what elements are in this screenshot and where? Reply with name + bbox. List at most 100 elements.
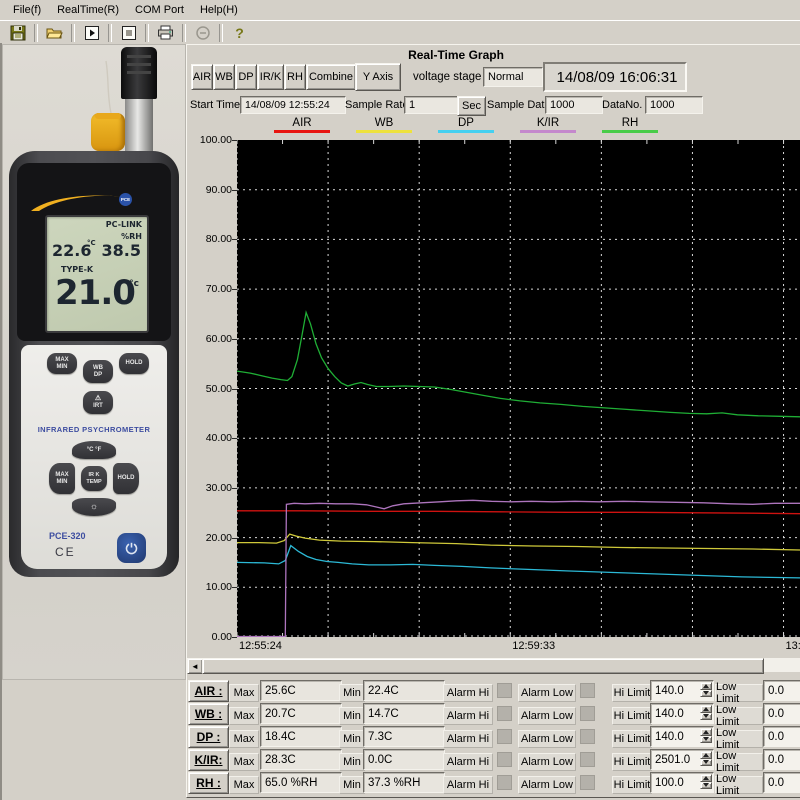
spin-up-button[interactable] [700, 705, 712, 713]
channel-button-combine[interactable]: Combine [306, 64, 356, 90]
low-limit-label-wrap: Low Limit [715, 751, 761, 767]
channel-button-rh[interactable]: RH [284, 64, 306, 90]
toolbar-separator [108, 24, 112, 42]
sample-rate-field[interactable]: 1 [404, 96, 461, 114]
open-folder-icon [46, 25, 63, 41]
series-line-rh [237, 313, 800, 417]
alarm-hi-label-wrap: Alarm Hi [443, 728, 491, 744]
low-limit-field[interactable]: 0.0 [763, 772, 800, 793]
channel-button-wb[interactable]: WB [213, 64, 235, 90]
hi-limit-spinner[interactable] [700, 751, 712, 766]
spin-down-button[interactable] [700, 690, 712, 698]
spin-up-button[interactable] [700, 774, 712, 782]
min-label: Min [339, 730, 365, 748]
menu-file[interactable]: File(f) [6, 2, 48, 18]
max-label-wrap: Max [229, 728, 257, 744]
legend-item-rh: RH [590, 117, 670, 133]
hi-limit-field[interactable]: 140.0 [650, 703, 714, 724]
menu-com-port[interactable]: COM Port [128, 2, 191, 18]
channel-button-kir[interactable]: K/IR: [188, 749, 229, 771]
help-button[interactable]: ? [226, 23, 253, 43]
laser-warning-icon: ⚠ [95, 395, 101, 403]
max-label: Max [229, 776, 259, 794]
channel-button-dp[interactable]: DP : [188, 726, 229, 748]
data-no-field[interactable]: 1000 [645, 96, 703, 114]
alarm-hi-indicator [497, 775, 512, 790]
key-max-min-2: MAX MIN [49, 463, 75, 494]
print-button[interactable] [152, 23, 179, 43]
hi-limit-spinner[interactable] [700, 728, 712, 743]
sec-button[interactable]: Sec [457, 96, 486, 116]
hi-limit-field[interactable]: 140.0 [650, 680, 714, 701]
spin-down-button[interactable] [700, 736, 712, 744]
pce-logo-text: PCE [121, 197, 130, 202]
key-c-f: °C °F [72, 441, 116, 459]
scroll-left-button[interactable]: ◄ [187, 658, 203, 674]
stop-button[interactable] [115, 23, 142, 43]
device-photo: PCE PC-LINK %RH 22.6 °C 38.5 TYPE-K 21.0… [2, 44, 186, 680]
min-label: Min [339, 753, 365, 771]
start-time-field[interactable]: 14/08/09 12:55:24 [240, 96, 346, 114]
power-button [117, 533, 146, 563]
hi-limit-label-wrap: Hi Limit [612, 682, 650, 698]
channel-button-dp[interactable]: DP [235, 64, 257, 90]
low-limit-field[interactable]: 0.0 [763, 749, 800, 770]
stop-icon [121, 25, 137, 41]
max-value-field: 20.7C [260, 703, 342, 724]
up-arrow-icon [703, 753, 709, 757]
hi-limit-field[interactable]: 2501.0 [650, 749, 714, 770]
spin-up-button[interactable] [700, 751, 712, 759]
hi-limit-field[interactable]: 100.0 [650, 772, 714, 793]
alarm-hi-label: Alarm Hi [443, 730, 493, 748]
lcd-rh-unit: %RH [121, 232, 142, 241]
series-line-air [237, 511, 800, 514]
y-axis-button[interactable]: Y Axis [355, 63, 401, 91]
low-limit-field[interactable]: 0.0 [763, 680, 800, 701]
spin-up-button[interactable] [700, 728, 712, 736]
save-button[interactable] [4, 23, 31, 43]
scrollbar-thumb[interactable] [202, 658, 764, 674]
spin-up-button[interactable] [700, 682, 712, 690]
key-max-min: MAX MIN [47, 353, 77, 374]
sample-data-field[interactable]: 1000 [545, 96, 603, 114]
hi-limit-field[interactable]: 140.0 [650, 726, 714, 747]
menu-realtime[interactable]: RealTime(R) [50, 2, 126, 18]
spin-down-button[interactable] [700, 759, 712, 767]
hi-limit-label-wrap: Hi Limit [612, 728, 650, 744]
alarm-hi-label-wrap: Alarm Hi [443, 682, 491, 698]
hi-limit-spinner[interactable] [700, 705, 712, 720]
hi-limit-spinner[interactable] [700, 774, 712, 789]
menu-help[interactable]: Help(H) [193, 2, 245, 18]
model-label: PCE-320 [49, 531, 86, 541]
chart-plot-area [237, 140, 800, 637]
low-limit-field[interactable]: 0.0 [763, 703, 800, 724]
hi-limit-label: Hi Limit [612, 776, 652, 794]
channel-button-rh[interactable]: RH : [188, 772, 229, 794]
channel-button-irk[interactable]: IR/K [257, 64, 284, 90]
low-limit-field[interactable]: 0.0 [763, 726, 800, 747]
y-tick-mark [232, 637, 237, 638]
table-row: AIR :Max25.6CMin22.4CAlarm HiAlarm LowHi… [186, 680, 800, 701]
open-button[interactable] [41, 23, 68, 43]
legend-color-bar [438, 130, 494, 133]
low-limit-label: Low Limit [715, 707, 763, 725]
lcd-temp-unit: °C [87, 239, 96, 247]
hi-limit-label-wrap: Hi Limit [612, 774, 650, 790]
hi-limit-spinner[interactable] [700, 682, 712, 697]
channel-button-wb[interactable]: WB : [188, 703, 229, 725]
min-value-field: 0.0C [363, 749, 445, 770]
key-hold-2: HOLD [113, 463, 139, 494]
spin-down-button[interactable] [700, 782, 712, 790]
alarm-low-label-wrap: Alarm Low [518, 751, 574, 767]
toolbar-separator [145, 24, 149, 42]
toolbar-separator [219, 24, 223, 42]
chart-horizontal-scrollbar[interactable]: ◄ [187, 658, 800, 672]
table-row: DP :Max18.4CMin7.3CAlarm HiAlarm LowHi L… [186, 726, 800, 747]
spin-down-button[interactable] [700, 713, 712, 721]
channel-button-air[interactable]: AIR : [188, 680, 229, 702]
lcd-screen: PC-LINK %RH 22.6 °C 38.5 TYPE-K 21.0 °c [45, 215, 149, 333]
floppy-icon [10, 25, 26, 41]
channel-button-air[interactable]: AIR [191, 64, 213, 90]
record-button[interactable] [189, 23, 216, 43]
start-button[interactable] [78, 23, 105, 43]
